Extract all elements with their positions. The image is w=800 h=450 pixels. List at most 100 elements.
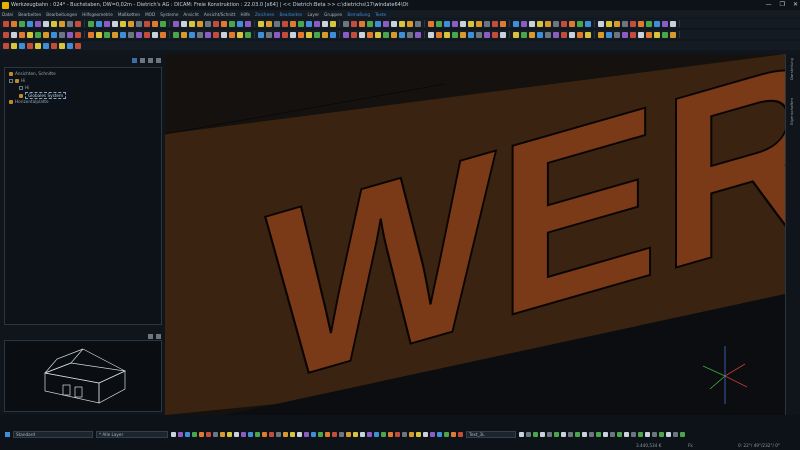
tool-icon[interactable] [383,20,389,27]
tool-icon[interactable] [59,20,65,27]
tool-icon[interactable] [399,31,405,38]
tool-icon[interactable] [415,31,421,38]
tool-icon[interactable] [624,431,629,437]
tool-icon[interactable] [35,31,41,38]
tool-icon[interactable] [568,431,573,437]
tool-icon[interactable] [652,431,657,437]
tool-icon[interactable] [484,20,490,27]
menu-item[interactable]: Gruppen [324,12,342,17]
tool-icon[interactable] [351,20,357,27]
tool-icon[interactable] [35,42,41,49]
tool-icon[interactable] [51,31,57,38]
tool-icon[interactable] [540,431,545,437]
tool-icon[interactable] [553,20,559,27]
tool-icon[interactable] [3,31,9,38]
close-button[interactable]: ✕ [793,1,798,8]
tool-icon[interactable] [274,20,280,27]
layer-style-dropdown[interactable]: Standard [13,430,93,438]
tool-icon[interactable] [197,20,203,27]
tool-icon[interactable] [237,31,243,38]
tool-icon[interactable] [409,431,414,437]
tool-icon[interactable] [610,431,615,437]
tool-icon[interactable] [112,20,118,27]
layer-filter-dropdown[interactable]: * Alle Layer [96,430,168,438]
tool-icon[interactable] [577,31,583,38]
tool-icon[interactable] [500,20,506,27]
tool-icon[interactable] [282,20,288,27]
tool-icon[interactable] [3,42,9,49]
menu-item[interactable]: Maßketten [118,12,140,17]
tool-icon[interactable] [492,31,498,38]
tool-icon[interactable] [598,20,604,27]
tool-icon[interactable] [221,31,227,38]
tool-icon[interactable] [343,20,349,27]
tool-icon[interactable] [451,431,456,437]
tool-icon[interactable] [452,31,458,38]
tool-icon[interactable] [662,20,668,27]
tool-icon[interactable] [444,31,450,38]
tool-icon[interactable] [128,20,134,27]
tool-icon[interactable] [545,20,551,27]
tool-icon[interactable] [391,31,397,38]
tool-icon[interactable] [430,431,435,437]
tool-icon[interactable] [330,31,336,38]
tool-icon[interactable] [662,31,668,38]
tool-icon[interactable] [136,20,142,27]
tool-icon[interactable] [35,20,41,27]
panel-view-button[interactable] [132,57,137,63]
tool-icon[interactable] [437,431,442,437]
tool-icon[interactable] [622,31,628,38]
tool-icon[interactable] [283,431,288,437]
tool-icon[interactable] [173,31,179,38]
tool-icon[interactable] [670,20,676,27]
tool-icon[interactable] [529,20,535,27]
tool-icon[interactable] [11,42,17,49]
tool-icon[interactable] [638,31,644,38]
tool-icon[interactable] [59,42,65,49]
tool-icon[interactable] [476,20,482,27]
tool-icon[interactable] [213,431,218,437]
tool-icon[interactable] [306,31,312,38]
tool-icon[interactable] [351,31,357,38]
tool-icon[interactable] [197,31,203,38]
tool-icon[interactable] [43,31,49,38]
tool-icon[interactable] [359,20,365,27]
tool-icon[interactable] [561,431,566,437]
tool-icon[interactable] [521,31,527,38]
tool-icon[interactable] [241,431,246,437]
tool-icon[interactable] [332,431,337,437]
tool-icon[interactable] [423,431,428,437]
tool-icon[interactable] [144,20,150,27]
tool-icon[interactable] [96,31,102,38]
tool-icon[interactable] [375,20,381,27]
tool-icon[interactable] [229,31,235,38]
tool-icon[interactable] [297,431,302,437]
tool-icon[interactable] [274,31,280,38]
tool-icon[interactable] [659,431,664,437]
tool-icon[interactable] [322,20,328,27]
tool-icon[interactable] [561,31,567,38]
tool-icon[interactable] [388,431,393,437]
tool-icon[interactable] [645,431,650,437]
tool-icon[interactable] [206,431,211,437]
tool-icon[interactable] [11,20,17,27]
tool-icon[interactable] [220,431,225,437]
tool-icon[interactable] [314,31,320,38]
tool-icon[interactable] [255,431,260,437]
tool-icon[interactable] [428,31,434,38]
tree-item-hi-child[interactable]: Hi [19,85,29,90]
tool-icon[interactable] [3,20,9,27]
tool-icon[interactable] [381,431,386,437]
tool-icon[interactable] [152,31,158,38]
tool-icon[interactable] [282,31,288,38]
tool-icon[interactable] [569,20,575,27]
tool-icon[interactable] [245,20,251,27]
tool-icon[interactable] [59,31,65,38]
tool-icon[interactable] [213,20,219,27]
menu-item[interactable]: Datei [2,12,13,17]
tool-icon[interactable] [537,31,543,38]
3d-viewport[interactable]: WERK [165,54,785,415]
panel-dropdown-button[interactable] [148,57,153,63]
tool-icon[interactable] [476,31,482,38]
tool-icon[interactable] [213,31,219,38]
